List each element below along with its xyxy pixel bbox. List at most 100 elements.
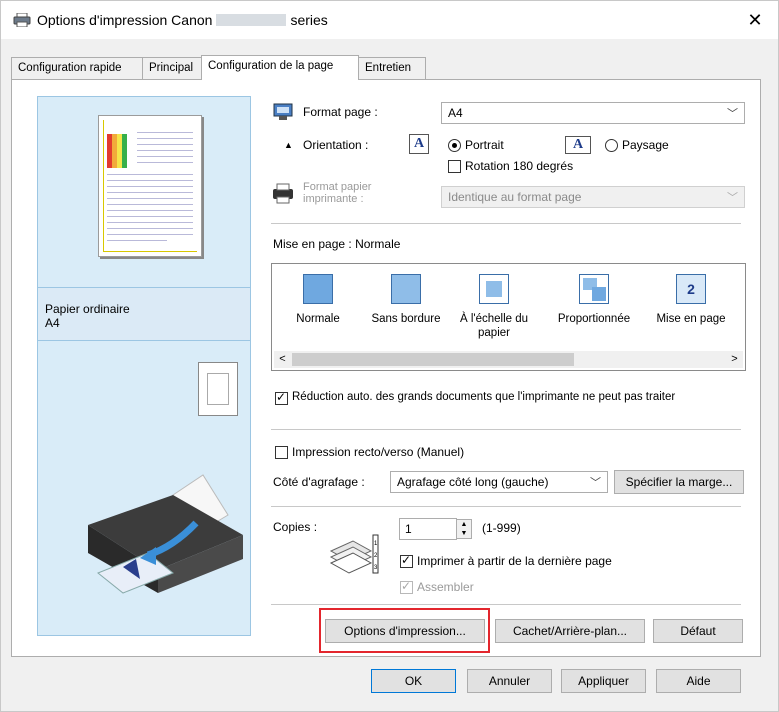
printer-illustration-icon: [88, 474, 243, 594]
landscape-radio[interactable]: [605, 139, 618, 152]
preview-text-line: [107, 228, 193, 229]
layout-item-borderless[interactable]: Sans bordure: [364, 274, 448, 326]
printer-paper-icon: [273, 183, 293, 204]
stapling-side-select[interactable]: Agrafage côté long (gauche) ﹀: [390, 471, 608, 493]
scroll-right-arrow-icon[interactable]: >: [726, 351, 743, 368]
tab-maintenance[interactable]: Entretien: [358, 57, 426, 79]
landscape-icon: A: [565, 136, 591, 154]
rotate-180-checkbox[interactable]: [448, 160, 461, 173]
model-name-redaction: [216, 14, 287, 26]
duplex-checkbox[interactable]: [275, 446, 288, 459]
preview-text-line: [107, 234, 193, 235]
preview-text-line: [137, 144, 193, 145]
preview-color-bar: [122, 134, 127, 168]
preview-text-line: [107, 210, 193, 211]
copies-label: Copies :: [273, 520, 318, 534]
tab-page-setup[interactable]: Configuration de la page: [201, 55, 359, 80]
collate-label: Assembler: [417, 580, 474, 594]
spin-up-icon[interactable]: ▲: [457, 520, 471, 529]
layout-item-fit-to-page[interactable]: À l'échelle du papier: [452, 274, 536, 340]
preview-text-line: [107, 240, 167, 241]
layout-item-normal[interactable]: Normale: [286, 274, 350, 326]
copies-input[interactable]: 1: [399, 518, 457, 540]
scroll-thumb[interactable]: [292, 353, 574, 366]
preview-text-line: [107, 174, 193, 175]
cancel-button[interactable]: Annuler: [467, 669, 552, 693]
title-bar: Options d'impression Canon series ✕: [1, 1, 778, 39]
preview-text-line: [107, 216, 193, 217]
page-size-select[interactable]: A4 ﹀: [441, 102, 745, 124]
page-size-icon: [273, 103, 293, 120]
preview-text-line: [107, 192, 193, 193]
defaults-button[interactable]: Défaut: [653, 619, 743, 643]
printer-paper-size-label-line2: imprimante :: [303, 193, 364, 205]
portrait-icon: A: [409, 134, 429, 154]
preview-text-line: [107, 204, 193, 205]
page-layout-list: Normale Sans bordure À l'échelle du papi…: [271, 263, 746, 371]
preview-text-line: [107, 180, 193, 181]
tab-quick-setup[interactable]: Configuration rapide: [11, 57, 143, 79]
window-title-prefix: Options d'impression Canon: [37, 12, 213, 28]
preview-margin-left: [103, 120, 104, 252]
chevron-down-icon: ﹀: [727, 192, 738, 204]
page-layout-scrollbar[interactable]: < >: [274, 351, 743, 368]
preview-text-line: [137, 156, 193, 157]
layout-item-label: Normale: [296, 313, 340, 325]
preview-text-line: [107, 222, 193, 223]
scaled-layout-icon: [579, 274, 609, 304]
close-button[interactable]: ✕: [732, 1, 778, 39]
portrait-label: Portrait: [465, 138, 504, 152]
tab-main[interactable]: Principal: [142, 57, 202, 79]
highlight-box: [319, 608, 490, 653]
orientation-label: Orientation :: [303, 138, 369, 152]
layout-item-label-line2: papier: [478, 327, 510, 339]
auto-reduce-label: Réduction auto. des grands documents que…: [292, 391, 676, 403]
spin-down-icon[interactable]: ▼: [457, 529, 471, 538]
duplex-label: Impression recto/verso (Manuel): [292, 445, 465, 459]
close-icon: ✕: [747, 10, 763, 30]
page-layout-label-text: Mise en page :: [273, 237, 352, 251]
help-button[interactable]: Aide: [656, 669, 741, 693]
ok-button[interactable]: OK: [371, 669, 456, 693]
preview-text-line: [137, 162, 193, 163]
preview-margin-bottom: [103, 251, 197, 252]
print-from-last-page-checkbox[interactable]: [400, 553, 413, 568]
landscape-label: Paysage: [622, 138, 669, 152]
preview-text-line: [137, 138, 193, 139]
specify-margin-button[interactable]: Spécifier la marge...: [614, 470, 744, 494]
preview-text-line: [107, 186, 193, 187]
print-options-window: Options d'impression Canon series ✕ Confi…: [0, 0, 779, 712]
collate-checkbox[interactable]: [400, 579, 413, 594]
copies-range: (1-999): [482, 521, 521, 535]
apply-button[interactable]: Appliquer: [561, 669, 646, 693]
page-layout-current: Normale: [355, 237, 401, 251]
printer-paper-size-label-line1: Format papier: [303, 181, 372, 193]
page-preview: [98, 115, 202, 257]
printer-paper-size-label: Format papier imprimante :: [303, 181, 371, 205]
layout-item-page-layout[interactable]: 2 Mise en page: [648, 274, 734, 326]
media-size-label: A4: [45, 316, 60, 330]
page-layout-icon: 2: [676, 274, 706, 304]
preview-text-line: [137, 150, 193, 151]
stapling-side-value: Agrafage côté long (gauche): [397, 475, 549, 489]
window-title: Options d'impression Canon series: [37, 12, 328, 28]
preview-text-line: [107, 198, 193, 199]
paper-orientation-preview: [198, 362, 238, 416]
copies-spin-buttons[interactable]: ▲ ▼: [456, 519, 472, 539]
auto-reduce-checkbox[interactable]: [275, 390, 288, 405]
separator: [271, 604, 741, 605]
borderless-layout-icon: [391, 274, 421, 304]
media-info: Papier ordinaire A4: [38, 287, 250, 341]
stamp-background-button[interactable]: Cachet/Arrière-plan...: [495, 619, 645, 643]
preview-text-line: [137, 132, 193, 133]
separator: [271, 429, 741, 430]
printer-paper-size-value: Identique au format page: [448, 190, 582, 204]
normal-layout-icon: [303, 274, 333, 304]
layout-item-label: À l'échelle du: [459, 313, 529, 325]
printer-paper-size-select[interactable]: Identique au format page ﹀: [441, 186, 745, 208]
preview-pane: Papier ordinaire A4: [37, 96, 251, 636]
scroll-left-arrow-icon[interactable]: <: [274, 351, 291, 368]
printer-icon: [13, 13, 31, 27]
portrait-radio[interactable]: [448, 139, 461, 152]
layout-item-scaled[interactable]: Proportionnée: [548, 274, 640, 326]
